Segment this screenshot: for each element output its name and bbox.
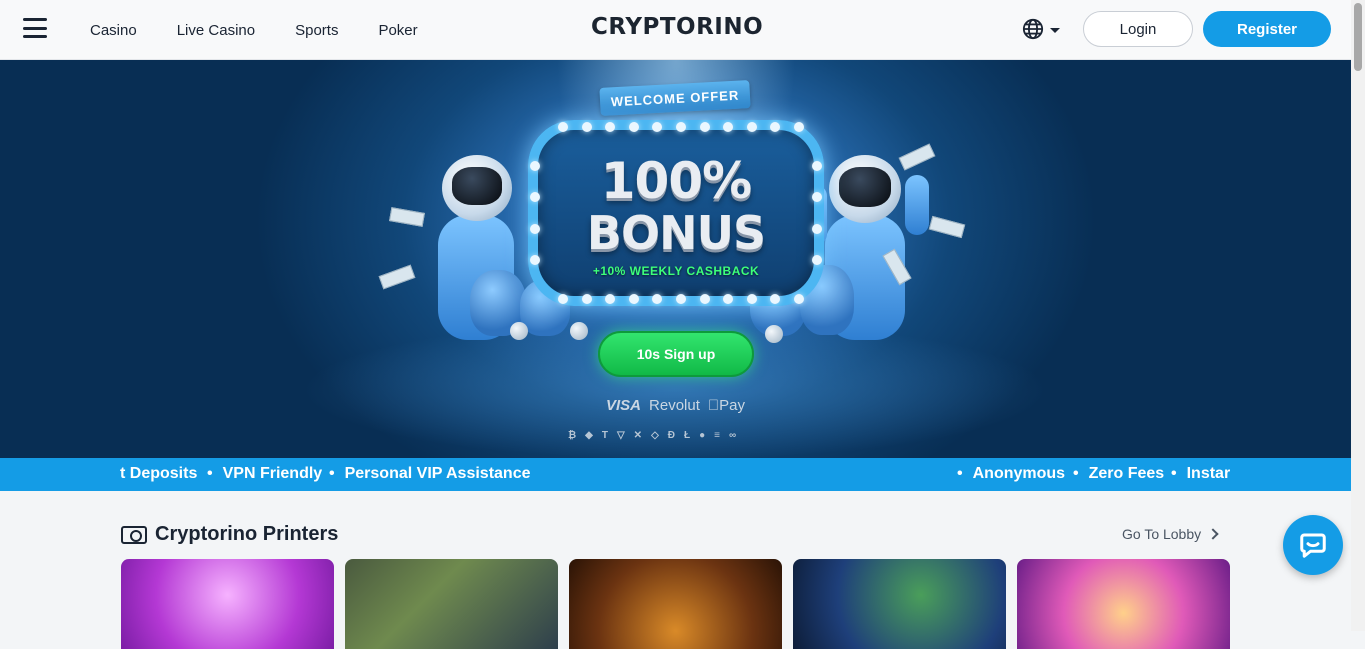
signup-button[interactable]: 10s Sign up bbox=[598, 331, 754, 377]
marquee-light bbox=[605, 122, 616, 132]
marquee-light bbox=[581, 122, 592, 132]
marquee-light bbox=[558, 294, 568, 304]
go-to-lobby-link[interactable]: Go To Lobby bbox=[1122, 526, 1219, 542]
marquee-light bbox=[558, 122, 568, 132]
nav-live-casino[interactable]: Live Casino bbox=[177, 22, 255, 39]
section-title: Cryptorino Printers bbox=[155, 523, 339, 545]
bonus-word: BONUS bbox=[586, 206, 766, 260]
ticker-item: • Zero Fees bbox=[1073, 465, 1165, 482]
apple-pay-logo: Pay bbox=[707, 397, 745, 414]
banknote bbox=[378, 264, 416, 290]
ticker-item: • Instar bbox=[1171, 465, 1231, 482]
coin bbox=[765, 325, 783, 343]
solana-icon: ≡ bbox=[714, 430, 720, 441]
marquee-light bbox=[652, 122, 663, 132]
main-nav: Casino Live Casino Sports Poker bbox=[90, 0, 418, 60]
ticker-item: • VPN Friendly bbox=[207, 465, 323, 482]
marquee-light bbox=[652, 294, 663, 304]
game-card[interactable] bbox=[793, 559, 1006, 649]
marquee-light bbox=[794, 122, 804, 132]
coin bbox=[570, 322, 588, 340]
marquee-light bbox=[746, 122, 757, 132]
marquee-light bbox=[770, 122, 781, 132]
binance-icon: ◇ bbox=[651, 430, 659, 441]
features-ticker: t Deposits • VPN Friendly • Personal VIP A… bbox=[0, 458, 1351, 491]
bonus-percent: 100% bbox=[600, 152, 752, 210]
nav-casino[interactable]: Casino bbox=[90, 22, 137, 39]
shiba-icon: ● bbox=[699, 430, 706, 441]
payment-methods: VISA Revolut Pay bbox=[606, 397, 745, 414]
login-button[interactable]: Login bbox=[1083, 11, 1193, 47]
cashback-text: +10% WEEKLY CASHBACK bbox=[592, 264, 760, 278]
marquee-light bbox=[699, 122, 710, 132]
chainlink-icon: ∞ bbox=[729, 430, 737, 441]
nav-poker[interactable]: Poker bbox=[378, 22, 417, 39]
tron-icon: ▽ bbox=[616, 430, 625, 441]
ethereum-icon: ◆ bbox=[585, 430, 593, 441]
hero-banner: WELCOME OFFER 100% BONUS +10% WEEKLY CAS… bbox=[0, 60, 1351, 458]
ticker-item: • Anonymous bbox=[957, 465, 1066, 482]
register-button[interactable]: Register bbox=[1203, 11, 1331, 47]
chat-icon bbox=[1300, 533, 1326, 558]
game-card[interactable] bbox=[121, 559, 334, 649]
revolut-logo: Revolut bbox=[649, 397, 700, 414]
chevron-right-icon bbox=[1207, 528, 1219, 540]
marquee-light bbox=[628, 122, 639, 132]
chevron-down-icon bbox=[1050, 27, 1060, 33]
litecoin-icon: Ł bbox=[684, 430, 691, 441]
ticker-item: • Personal VIP Assistance bbox=[329, 465, 531, 482]
language-selector[interactable] bbox=[1022, 18, 1060, 40]
xrp-icon: ✕ bbox=[633, 430, 643, 441]
bonus-sign: 100% BONUS +10% WEEKLY CASHBACK bbox=[528, 120, 824, 306]
game-card[interactable] bbox=[1017, 559, 1230, 649]
dogecoin-icon: Đ bbox=[667, 430, 675, 441]
section-header: Cryptorino Printers bbox=[121, 523, 338, 546]
site-header: Casino Live Casino Sports Poker CRYPTORI… bbox=[0, 0, 1351, 60]
game-card[interactable] bbox=[345, 559, 558, 649]
live-chat-button[interactable] bbox=[1283, 515, 1343, 575]
site-logo[interactable]: CRYPTORINO bbox=[591, 14, 763, 40]
visa-logo: VISA bbox=[606, 397, 642, 414]
marquee-light bbox=[723, 294, 734, 304]
marquee-light bbox=[699, 294, 710, 304]
tether-icon: T bbox=[601, 430, 608, 441]
nav-sports[interactable]: Sports bbox=[295, 22, 338, 39]
marquee-light bbox=[794, 294, 804, 304]
marquee-light bbox=[723, 122, 734, 132]
ticker-track: t Deposits • VPN Friendly • Personal VIP A… bbox=[120, 458, 1231, 491]
game-card[interactable] bbox=[569, 559, 782, 649]
scrollbar-thumb[interactable] bbox=[1354, 3, 1362, 71]
marquee-light bbox=[770, 294, 781, 304]
marquee-light bbox=[628, 294, 639, 304]
marquee-light bbox=[581, 294, 592, 304]
game-grid bbox=[121, 559, 1230, 649]
marquee-light bbox=[676, 122, 686, 132]
marquee-light bbox=[746, 294, 757, 304]
menu-icon[interactable] bbox=[23, 18, 47, 38]
marquee-light bbox=[676, 294, 686, 304]
crypto-icons: ₿ ◆ T ▽ ✕ ◇ Đ Ł ● ≡ ∞ bbox=[568, 430, 736, 441]
globe-icon bbox=[1022, 18, 1044, 40]
ticker-item: t Deposits bbox=[120, 465, 198, 482]
page-scrollbar[interactable] bbox=[1351, 0, 1365, 631]
coin bbox=[510, 322, 528, 340]
money-icon bbox=[121, 525, 147, 544]
marquee-light bbox=[605, 294, 616, 304]
bitcoin-icon: ₿ bbox=[568, 430, 577, 441]
